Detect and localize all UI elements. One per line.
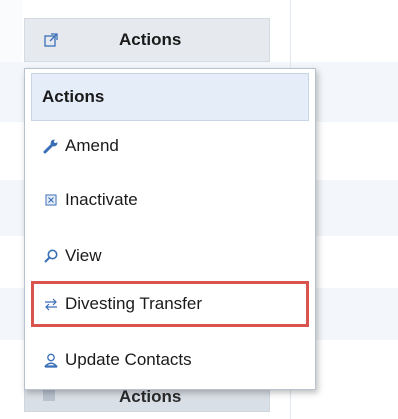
menu-item-label: Amend (65, 136, 119, 155)
dropdown-header-label: Actions (42, 87, 105, 106)
menu-item-label: Inactivate (65, 190, 138, 209)
menu-item-amend[interactable]: Amend (31, 123, 309, 169)
actions-button-lower-label: Actions (119, 387, 182, 406)
inactivate-icon (43, 192, 59, 208)
transfer-arrows-icon (43, 296, 59, 312)
external-link-icon (43, 32, 59, 48)
menu-item-inactivate[interactable]: Inactivate (31, 177, 309, 223)
magnifier-icon (43, 248, 59, 264)
menu-item-update-contacts[interactable]: Update Contacts (31, 337, 309, 383)
menu-item-label: Divesting Transfer (65, 294, 202, 313)
menu-item-divesting-transfer[interactable]: Divesting Transfer (31, 281, 309, 327)
actions-button-label: Actions (119, 30, 182, 49)
dropdown-header: Actions (31, 73, 309, 121)
wrench-icon (43, 138, 59, 154)
actions-button[interactable]: Actions (24, 18, 270, 62)
menu-item-view[interactable]: View (31, 233, 309, 279)
menu-item-label: View (65, 246, 102, 265)
actions-dropdown-menu: Actions Amend Inactivate View Divesting … (24, 68, 316, 390)
menu-item-label: Update Contacts (65, 350, 192, 369)
external-link-icon (43, 389, 55, 401)
contact-person-icon (43, 352, 59, 368)
